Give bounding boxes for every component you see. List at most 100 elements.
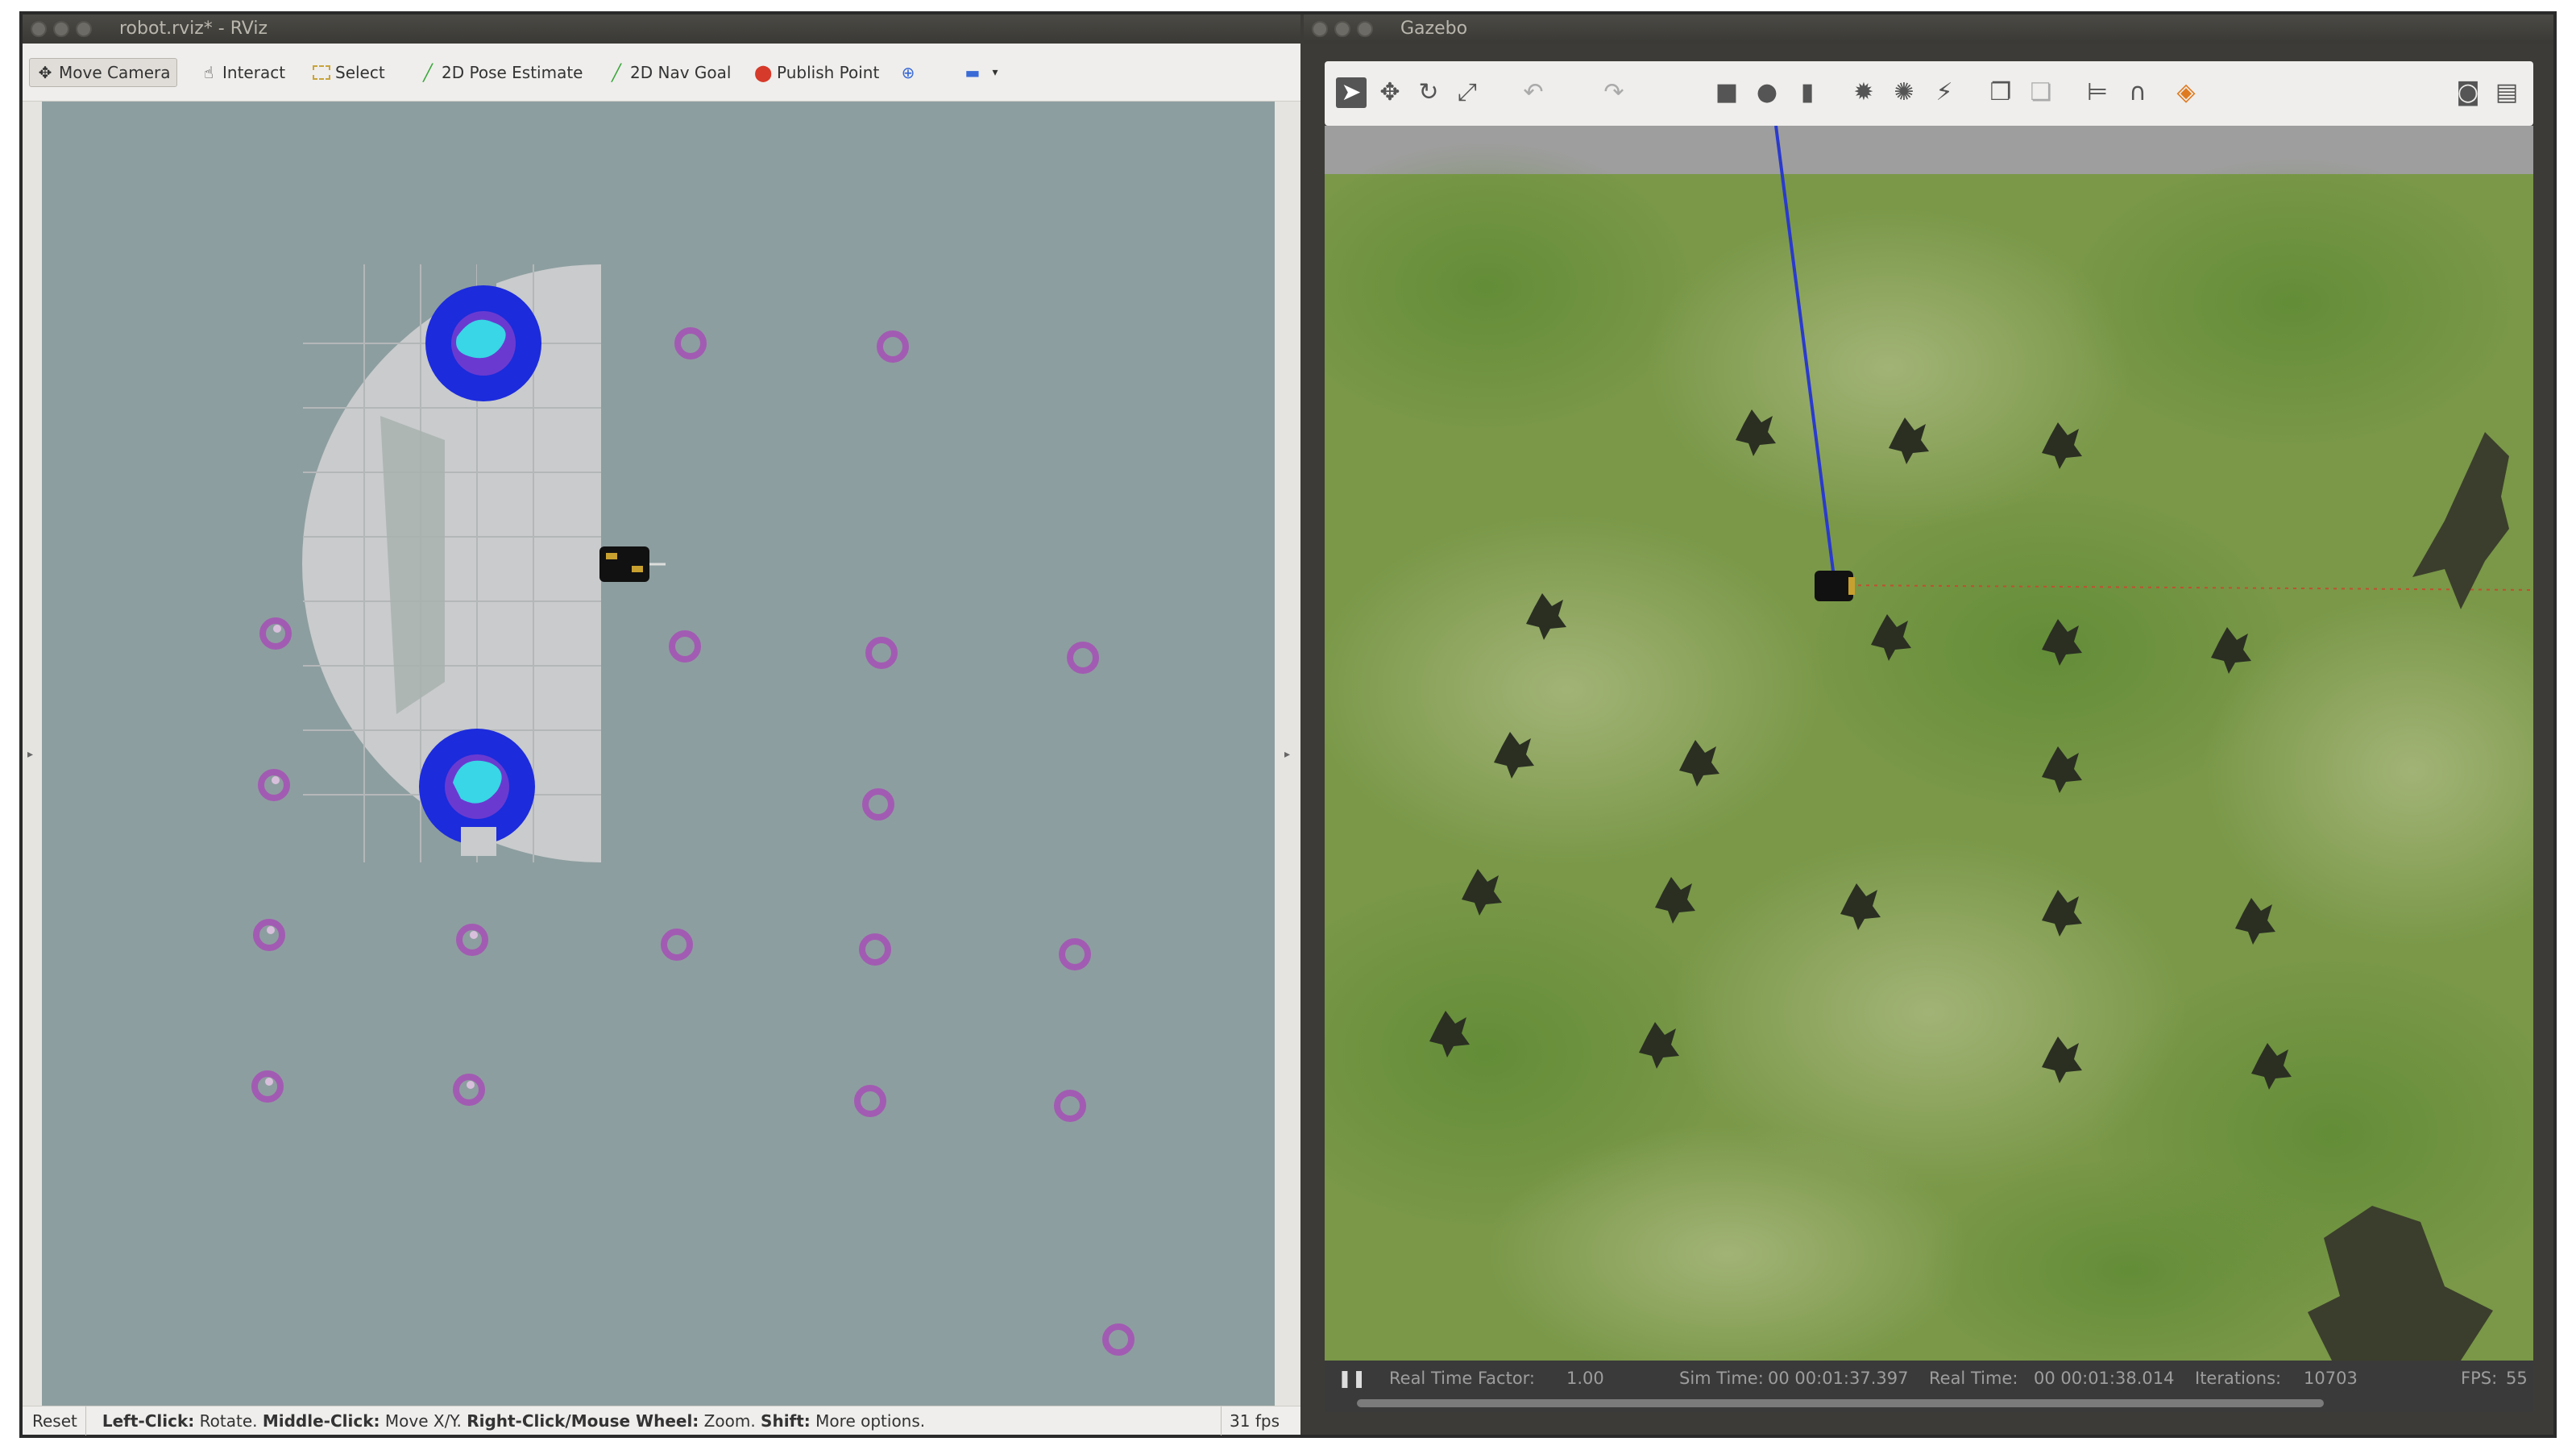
record-log-icon[interactable]: ▤ bbox=[2491, 77, 2522, 108]
sim-time-value: 00 00:01:37.397 bbox=[1768, 1369, 1909, 1388]
right-panel-toggle-icon[interactable]: ▸ bbox=[1284, 748, 1290, 761]
obstacle-marker bbox=[854, 1085, 886, 1117]
gazebo-window: Gazebo ➤ ✥ ↻ ⤢ ↶ ↷ ■ ● ▮ ✹ ✺ ⚡ ❐ ❏ ⊨ ∩ ◈… bbox=[1304, 15, 2553, 1435]
obstacle-marker bbox=[456, 924, 488, 956]
left-click-val: Rotate. bbox=[199, 1411, 258, 1431]
sim-time-label: Sim Time: bbox=[1679, 1369, 1764, 1388]
nav-goal-tool[interactable]: ╱ 2D Nav Goal bbox=[601, 58, 737, 87]
gazebo-3d-view[interactable] bbox=[1325, 126, 2533, 1361]
redo-icon[interactable]: ↷ bbox=[1599, 77, 1629, 108]
obstacle-marker bbox=[453, 1074, 485, 1106]
obstacle-marker bbox=[258, 769, 290, 801]
select-label: Select bbox=[335, 63, 385, 82]
rviz-titlebar: robot.rviz* - RViz bbox=[23, 15, 1300, 44]
rviz-3d-view[interactable] bbox=[42, 102, 1275, 1407]
middle-click-key: Middle-Click: bbox=[262, 1411, 380, 1431]
close-button[interactable] bbox=[31, 21, 47, 37]
interact-tool[interactable]: ☝ Interact bbox=[193, 58, 292, 87]
pose-estimate-label: 2D Pose Estimate bbox=[442, 63, 583, 82]
scale-icon[interactable]: ⤢ bbox=[1452, 77, 1483, 108]
iterations-value: 10703 bbox=[2304, 1369, 2358, 1388]
gazebo-scene[interactable] bbox=[1325, 126, 2533, 1361]
obstacle-marker bbox=[1102, 1323, 1135, 1356]
robot-model bbox=[599, 546, 666, 582]
copy-icon[interactable]: ❐ bbox=[1985, 77, 2016, 108]
publish-point-tool[interactable]: ⬤ Publish Point bbox=[748, 58, 886, 87]
rviz-window: robot.rviz* - RViz ✥ Move Camera ☝ Inter… bbox=[23, 15, 1300, 1435]
close-button[interactable] bbox=[1312, 21, 1328, 37]
obstacle-marker bbox=[669, 630, 701, 663]
spot-light-icon[interactable]: ✺ bbox=[1889, 77, 1919, 108]
window-title: Gazebo bbox=[1400, 19, 1468, 39]
robot-model bbox=[1815, 571, 1855, 601]
status-hint-text: Left-Click: Rotate. Middle-Click: Move X… bbox=[102, 1406, 925, 1435]
interact-label: Interact bbox=[222, 63, 286, 82]
remove-tool-button[interactable]: ▬ ▾ bbox=[957, 58, 1010, 87]
obstacle-marker bbox=[877, 330, 909, 363]
obstacle-marker bbox=[251, 1070, 284, 1103]
gazebo-statusbar: ❚❚ Real Time Factor: 1.00 Sim Time: 00 0… bbox=[1325, 1361, 2533, 1412]
select-tool[interactable]: Select bbox=[306, 58, 392, 87]
move-camera-tool[interactable]: ✥ Move Camera bbox=[29, 58, 178, 87]
rviz-statusbar: Reset Left-Click: Rotate. Middle-Click: … bbox=[23, 1406, 1300, 1435]
screenshot-camera-icon[interactable]: ◙ bbox=[2453, 77, 2483, 108]
left-click-key: Left-Click: bbox=[102, 1411, 195, 1431]
horizontal-scrollbar[interactable] bbox=[1357, 1399, 2324, 1407]
map-pin-icon: ⬤ bbox=[754, 63, 773, 82]
rviz-scene[interactable] bbox=[42, 102, 1275, 1407]
change-view-icon[interactable]: ◈ bbox=[2171, 77, 2201, 108]
shift-key: Shift: bbox=[761, 1411, 811, 1431]
real-time-label: Real Time: bbox=[1929, 1369, 2018, 1388]
minimize-button[interactable] bbox=[1334, 21, 1350, 37]
move-camera-label: Move Camera bbox=[59, 63, 171, 82]
shift-val: More options. bbox=[815, 1411, 926, 1431]
iterations-label: Iterations: bbox=[2195, 1369, 2282, 1388]
translate-icon[interactable]: ✥ bbox=[1375, 77, 1405, 108]
sphere-shape-icon[interactable]: ● bbox=[1752, 77, 1782, 108]
obstacle-marker bbox=[253, 919, 285, 951]
select-box-icon bbox=[313, 65, 330, 80]
obstacle-marker bbox=[1059, 938, 1091, 970]
pose-estimate-tool[interactable]: ╱ 2D Pose Estimate bbox=[413, 58, 590, 87]
minimize-button[interactable] bbox=[53, 21, 69, 37]
real-time-value: 00 00:01:38.014 bbox=[2034, 1369, 2175, 1388]
pause-icon[interactable]: ❚❚ bbox=[1338, 1361, 1366, 1396]
scan-gap bbox=[477, 260, 496, 289]
window-controls bbox=[1312, 21, 1373, 37]
right-click-val: Zoom. bbox=[703, 1411, 756, 1431]
rtf-value: 1.00 bbox=[1566, 1369, 1604, 1388]
directional-light-icon[interactable]: ⚡ bbox=[1929, 77, 1960, 108]
select-arrow-icon[interactable]: ➤ bbox=[1336, 77, 1367, 108]
obstacle-marker bbox=[674, 327, 707, 359]
nav-goal-label: 2D Nav Goal bbox=[630, 63, 732, 82]
obstacle-marker bbox=[661, 929, 693, 961]
add-tool-button[interactable]: ⊕ bbox=[893, 58, 923, 87]
obstacle-marker bbox=[865, 637, 898, 669]
maximize-button[interactable] bbox=[1357, 21, 1373, 37]
camera-move-icon: ✥ bbox=[38, 63, 52, 82]
gazebo-toolbar: ➤ ✥ ↻ ⤢ ↶ ↷ ■ ● ▮ ✹ ✺ ⚡ ❐ ❏ ⊨ ∩ ◈ ◙ ▤ bbox=[1325, 61, 2533, 126]
green-arrow-icon: ╱ bbox=[611, 63, 622, 82]
obstacle-marker bbox=[862, 788, 894, 821]
align-icon[interactable]: ⊨ bbox=[2082, 77, 2113, 108]
publish-point-label: Publish Point bbox=[777, 63, 880, 82]
window-title: robot.rviz* - RViz bbox=[119, 19, 268, 39]
obstacle-marker bbox=[1067, 642, 1099, 674]
cylinder-shape-icon[interactable]: ▮ bbox=[1792, 77, 1823, 108]
maximize-button[interactable] bbox=[76, 21, 92, 37]
costmap-blob-top bbox=[425, 285, 541, 401]
hand-pointer-icon: ☝ bbox=[203, 63, 214, 82]
crosshair-icon: ⊕ bbox=[901, 63, 915, 82]
fps-label: FPS: bbox=[2461, 1369, 2498, 1388]
left-panel-toggle-icon[interactable]: ▸ bbox=[27, 748, 33, 761]
point-light-icon[interactable]: ✹ bbox=[1848, 77, 1879, 108]
rotate-icon[interactable]: ↻ bbox=[1413, 77, 1444, 108]
obstacle-marker bbox=[259, 617, 292, 650]
paste-icon[interactable]: ❏ bbox=[2026, 77, 2056, 108]
reset-button[interactable]: Reset bbox=[32, 1406, 86, 1435]
snap-icon[interactable]: ∩ bbox=[2122, 77, 2153, 108]
undo-icon[interactable]: ↶ bbox=[1518, 77, 1549, 108]
box-shape-icon[interactable]: ■ bbox=[1711, 77, 1742, 108]
rtf-label: Real Time Factor: bbox=[1389, 1369, 1536, 1388]
window-controls bbox=[31, 21, 92, 37]
